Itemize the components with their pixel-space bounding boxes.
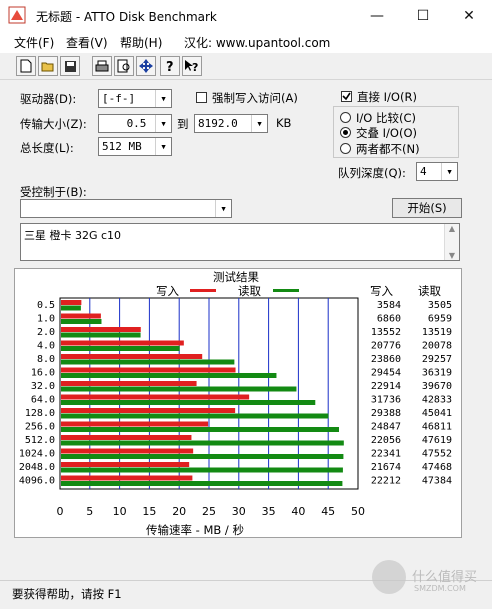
write-value-label: 31736 xyxy=(371,395,401,406)
category-label: 128.0 xyxy=(25,408,55,419)
x-tick-label: 25 xyxy=(202,505,216,518)
read-bar xyxy=(61,373,277,378)
write-bar xyxy=(61,300,82,305)
category-label: 8.0 xyxy=(37,354,55,365)
write-value-label: 13552 xyxy=(371,327,401,338)
x-axis-label: 传输速率 - MB / 秒 xyxy=(146,523,244,537)
write-bar xyxy=(61,354,203,359)
write-value-label: 6860 xyxy=(377,314,401,325)
read-bar xyxy=(61,359,235,365)
read-bar xyxy=(61,332,141,338)
read-bar xyxy=(61,319,102,324)
write-bar xyxy=(61,408,236,413)
x-tick-label: 0 xyxy=(57,505,64,518)
read-bar xyxy=(61,413,329,419)
write-bar xyxy=(61,448,194,454)
x-tick-label: 5 xyxy=(86,505,93,518)
write-value-label: 22914 xyxy=(371,381,401,392)
x-tick-label: 10 xyxy=(113,505,127,518)
read-value-label: 13519 xyxy=(422,327,452,338)
write-bar xyxy=(61,475,193,481)
write-value-label: 3584 xyxy=(377,300,401,311)
write-value-label: 22212 xyxy=(371,476,401,487)
read-bar xyxy=(61,440,344,446)
write-value-label: 22056 xyxy=(371,435,401,446)
read-bar xyxy=(61,481,343,486)
category-label: 256.0 xyxy=(25,422,55,433)
write-value-label: 29454 xyxy=(371,368,401,379)
write-bar xyxy=(61,340,184,346)
write-bar xyxy=(61,462,190,467)
read-value-label: 29257 xyxy=(422,354,452,365)
read-value-label: 3505 xyxy=(428,300,452,311)
read-value-label: 36319 xyxy=(422,368,452,379)
x-tick-label: 35 xyxy=(262,505,276,518)
category-label: 64.0 xyxy=(31,395,55,406)
read-value-label: 47468 xyxy=(422,462,452,473)
read-value-label: 45041 xyxy=(422,408,452,419)
read-bar xyxy=(61,467,343,473)
category-label: 512.0 xyxy=(25,435,55,446)
category-label: 0.5 xyxy=(37,300,55,311)
x-tick-label: 20 xyxy=(172,505,186,518)
category-label: 1.0 xyxy=(37,314,55,325)
read-value-label: 20078 xyxy=(422,341,452,352)
watermark-logo xyxy=(372,560,406,594)
write-bar xyxy=(61,313,101,319)
read-value-label: 39670 xyxy=(422,381,452,392)
category-label: 2.0 xyxy=(37,327,55,338)
write-bar xyxy=(61,327,141,332)
category-label: 16.0 xyxy=(31,368,55,379)
write-bar xyxy=(61,435,192,440)
write-value-label: 24847 xyxy=(371,422,401,433)
read-bar xyxy=(61,386,297,392)
category-label: 32.0 xyxy=(31,381,55,392)
write-value-label: 29388 xyxy=(371,408,401,419)
x-tick-label: 30 xyxy=(232,505,246,518)
read-value-label: 6959 xyxy=(428,314,452,325)
write-value-label: 22341 xyxy=(371,449,401,460)
watermark-text: 什么值得买 xyxy=(412,570,478,585)
write-bar xyxy=(61,394,250,400)
read-value-label: 47384 xyxy=(422,476,452,487)
read-value-label: 42833 xyxy=(422,395,452,406)
category-label: 4096.0 xyxy=(19,476,55,487)
status-text: 要获得帮助，请按 F1 xyxy=(12,587,122,601)
x-tick-label: 15 xyxy=(142,505,156,518)
category-label: 2048.0 xyxy=(19,462,55,473)
read-bar xyxy=(61,427,339,432)
watermark-sub: SMZDM.COM xyxy=(414,584,466,593)
write-bar xyxy=(61,421,209,427)
read-bar xyxy=(61,400,316,405)
write-bar xyxy=(61,367,236,373)
write-bar xyxy=(61,381,197,386)
category-label: 1024.0 xyxy=(19,449,55,460)
read-bar xyxy=(61,346,180,351)
x-tick-label: 40 xyxy=(291,505,305,518)
write-value-label: 20776 xyxy=(371,341,401,352)
x-tick-label: 50 xyxy=(351,505,365,518)
x-tick-label: 45 xyxy=(321,505,335,518)
write-value-label: 23860 xyxy=(371,354,401,365)
read-value-label: 46811 xyxy=(422,422,452,433)
read-value-label: 47552 xyxy=(422,449,452,460)
read-bar xyxy=(61,454,344,459)
category-label: 4.0 xyxy=(37,341,55,352)
read-bar xyxy=(61,305,81,311)
results-chart: 0 5 10 15 20 25 30 35 40 45 50 0.5 3584 3505 1.0 6860 69… xyxy=(19,297,452,518)
read-value-label: 47619 xyxy=(422,435,452,446)
write-value-label: 21674 xyxy=(371,462,401,473)
